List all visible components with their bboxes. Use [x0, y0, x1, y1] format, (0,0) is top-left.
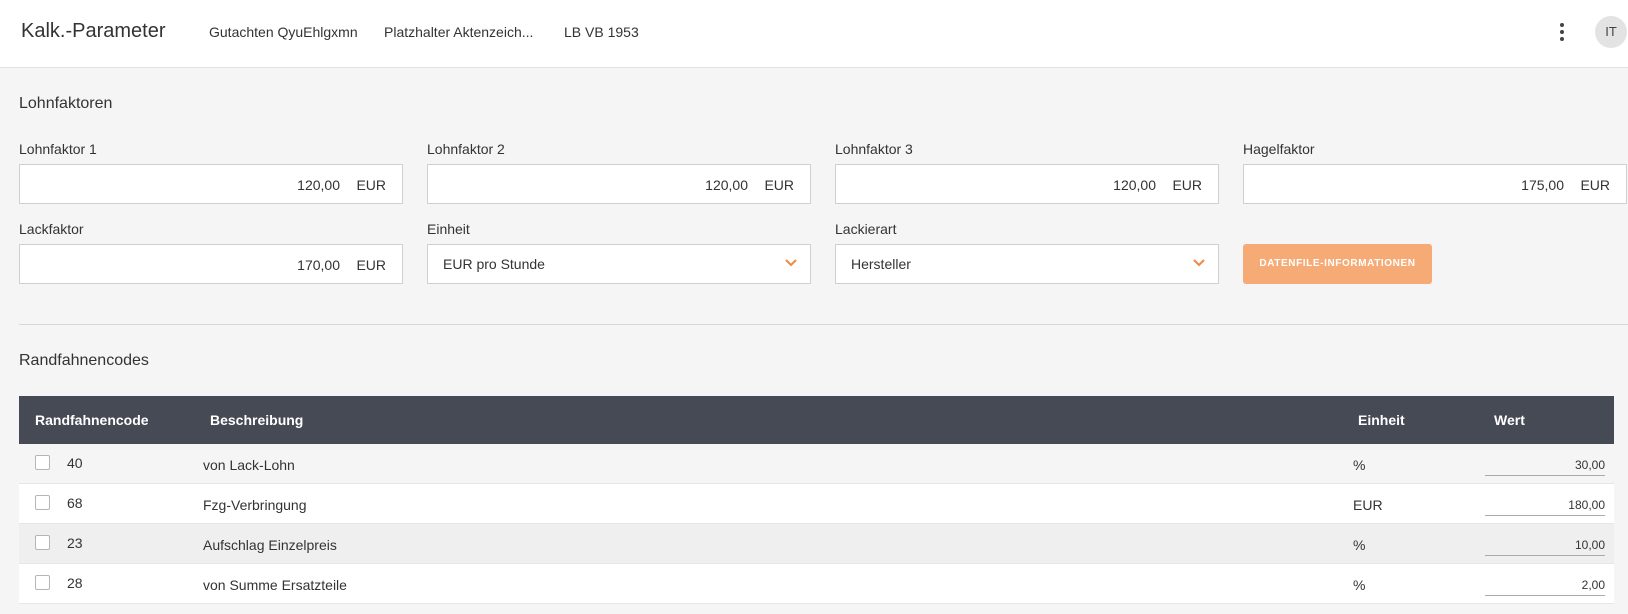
input-hagelfaktor[interactable]: 175,00 EUR — [1243, 164, 1627, 204]
section-title-lohnfaktoren: Lohnfaktoren — [19, 95, 113, 112]
unit: EUR — [1580, 177, 1610, 193]
top-bar: Kalk.-Parameter Gutachten QyuEhlgxmn Pla… — [0, 0, 1628, 68]
value: 120,00 — [705, 177, 748, 193]
cell-unit: % — [1353, 457, 1366, 473]
checkbox-icon[interactable] — [35, 535, 50, 550]
wert-input[interactable]: 10,00 — [1485, 534, 1605, 556]
chevron-down-icon — [785, 259, 797, 267]
wert-input[interactable]: 2,00 — [1485, 574, 1605, 596]
select-lackierart[interactable]: Hersteller — [835, 244, 1219, 284]
cell-description: von Summe Ersatzteile — [203, 577, 347, 593]
wert-input[interactable]: 180,00 — [1485, 494, 1605, 516]
value: 120,00 — [1113, 177, 1156, 193]
unit: EUR — [356, 177, 386, 193]
checkbox-icon[interactable] — [35, 455, 50, 470]
table-row: 40 von Lack-Lohn % 30,00 — [19, 444, 1614, 484]
cell-unit: % — [1353, 577, 1366, 593]
cell-code: 28 — [67, 575, 83, 591]
value: 175,00 — [1521, 177, 1564, 193]
section-title-randfahnencodes: Randfahnencodes — [19, 352, 149, 369]
cell-unit: % — [1353, 537, 1366, 553]
table-row: 28 von Summe Ersatzteile % 2,00 — [19, 564, 1614, 604]
datenfile-informationen-button[interactable]: DATENFILE-INFORMATIONEN — [1243, 244, 1432, 284]
breadcrumb-aktenzeichen[interactable]: Platzhalter Aktenzeich... — [384, 24, 533, 40]
label-lackfaktor: Lackfaktor — [19, 221, 84, 237]
unit: EUR — [356, 257, 386, 273]
page-title: Kalk.-Parameter — [21, 20, 166, 42]
select-einheit[interactable]: EUR pro Stunde — [427, 244, 811, 284]
cell-description: Fzg-Verbringung — [203, 497, 307, 513]
cell-code: 40 — [67, 455, 83, 471]
randfahnencodes-table: Randfahnencode Beschreibung Einheit Wert… — [19, 396, 1614, 604]
input-lohnfaktor-2[interactable]: 120,00 EUR — [427, 164, 811, 204]
value: 170,00 — [297, 257, 340, 273]
label-lohnfaktor-3: Lohnfaktor 3 — [835, 141, 913, 157]
unit: EUR — [1172, 177, 1202, 193]
label-lohnfaktor-1: Lohnfaktor 1 — [19, 141, 97, 157]
avatar[interactable]: IT — [1595, 16, 1627, 48]
label-lohnfaktor-2: Lohnfaktor 2 — [427, 141, 505, 157]
table-header: Randfahnencode Beschreibung Einheit Wert — [19, 396, 1614, 444]
table-row: 68 Fzg-Verbringung EUR 180,00 — [19, 484, 1614, 524]
breadcrumb-gutachten[interactable]: Gutachten QyuEhlgxmn — [209, 24, 358, 40]
column-header-einheit[interactable]: Einheit — [1358, 412, 1405, 428]
value: 120,00 — [297, 177, 340, 193]
label-lackierart: Lackierart — [835, 221, 897, 237]
column-header-beschreibung[interactable]: Beschreibung — [210, 412, 303, 428]
chevron-down-icon — [1193, 259, 1205, 267]
column-header-wert[interactable]: Wert — [1494, 412, 1525, 428]
breadcrumb-lb[interactable]: LB VB 1953 — [564, 24, 639, 40]
cell-description: von Lack-Lohn — [203, 457, 295, 473]
input-lohnfaktor-1[interactable]: 120,00 EUR — [19, 164, 403, 204]
cell-code: 68 — [67, 495, 83, 511]
wert-input[interactable]: 30,00 — [1485, 454, 1605, 476]
cell-description: Aufschlag Einzelpreis — [203, 537, 337, 553]
unit: EUR — [764, 177, 794, 193]
more-vert-icon[interactable] — [1554, 20, 1570, 44]
label-einheit: Einheit — [427, 221, 470, 237]
table-row: 23 Aufschlag Einzelpreis % 10,00 — [19, 524, 1614, 564]
divider — [19, 324, 1628, 325]
cell-unit: EUR — [1353, 497, 1383, 513]
checkbox-icon[interactable] — [35, 495, 50, 510]
selected-value: EUR pro Stunde — [443, 256, 545, 272]
selected-value: Hersteller — [851, 256, 911, 272]
input-lackfaktor[interactable]: 170,00 EUR — [19, 244, 403, 284]
column-header-randfahnencode[interactable]: Randfahnencode — [35, 412, 149, 428]
input-lohnfaktor-3[interactable]: 120,00 EUR — [835, 164, 1219, 204]
label-hagelfaktor: Hagelfaktor — [1243, 141, 1315, 157]
checkbox-icon[interactable] — [35, 575, 50, 590]
cell-code: 23 — [67, 535, 83, 551]
